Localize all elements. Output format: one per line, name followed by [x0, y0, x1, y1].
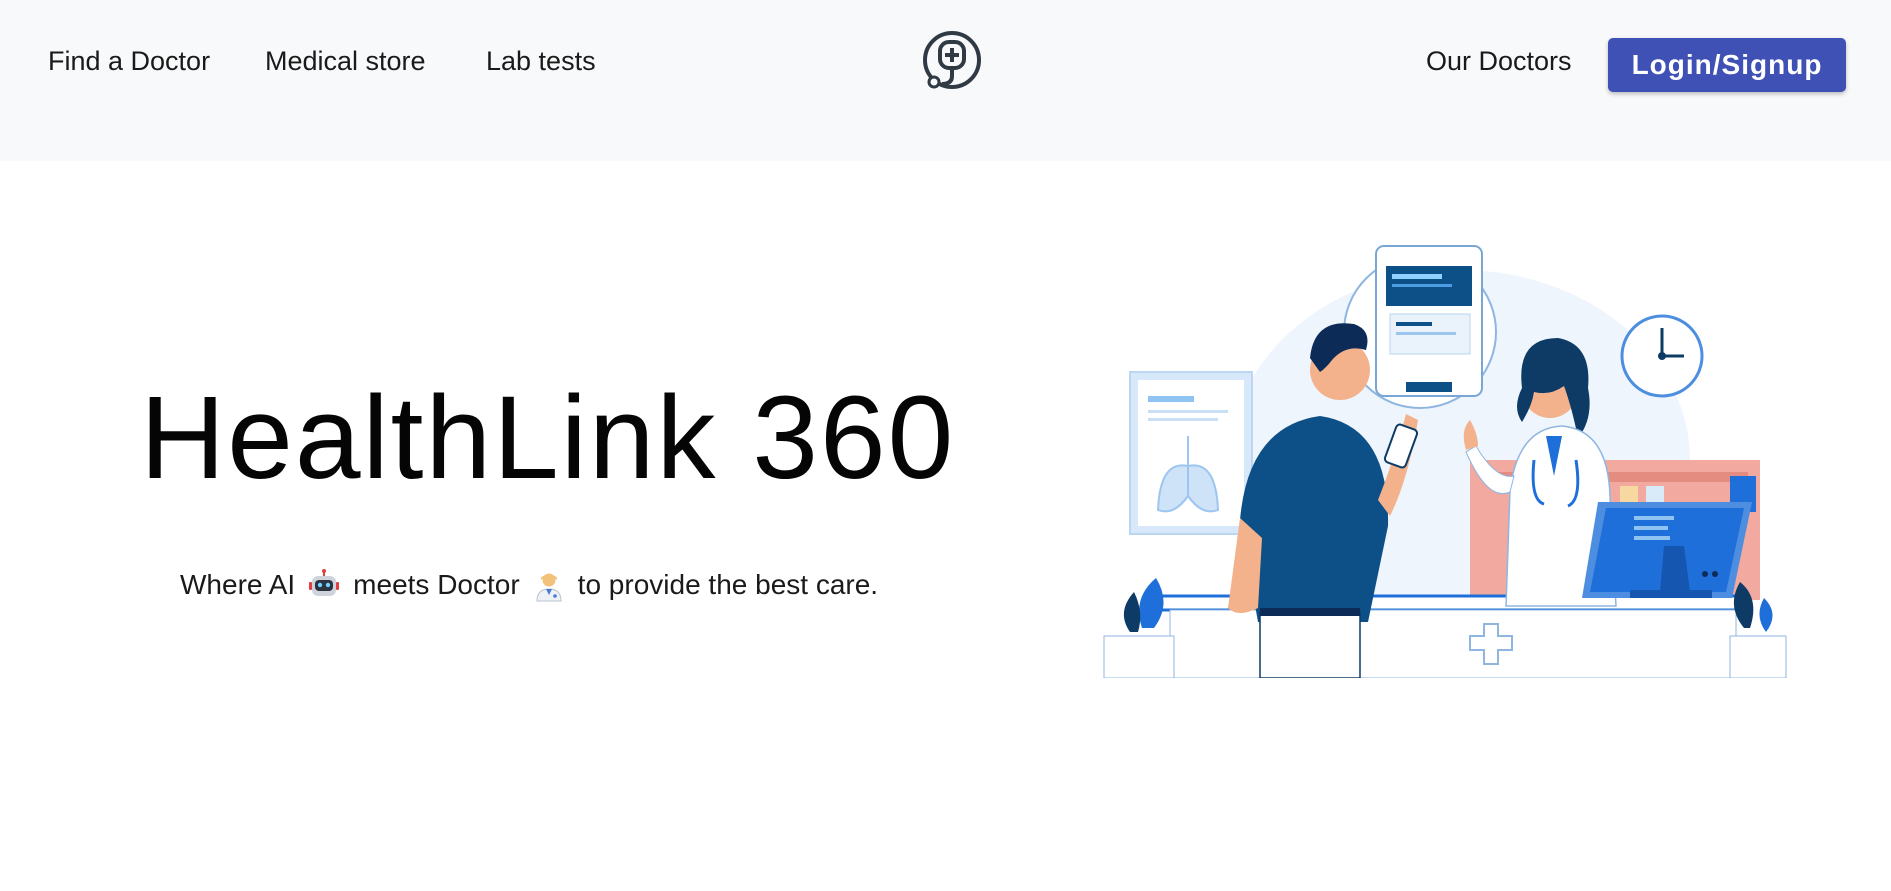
- hero-title: HealthLink 360: [140, 372, 956, 504]
- stethoscope-logo-icon[interactable]: [920, 30, 984, 94]
- nav-link-medical-store[interactable]: Medical store: [265, 46, 426, 77]
- doctor-patient-illustration: [1090, 240, 1796, 679]
- robot-emoji-icon: [307, 568, 341, 602]
- login-signup-button[interactable]: Login/Signup: [1608, 38, 1846, 92]
- subtitle-text-2: meets Doctor: [353, 569, 520, 600]
- hero-subtitle: Where AI meets Doctor to provide the bes…: [180, 568, 878, 602]
- nav-link-lab-tests[interactable]: Lab tests: [486, 46, 596, 77]
- doctor-emoji-icon: [532, 568, 566, 602]
- navbar: Find a Doctor Medical store Lab tests Ou…: [0, 0, 1891, 161]
- subtitle-text-3: to provide the best care.: [577, 569, 879, 600]
- subtitle-text-1: Where AI: [180, 569, 296, 600]
- nav-link-find-a-doctor[interactable]: Find a Doctor: [48, 46, 210, 77]
- nav-link-our-doctors[interactable]: Our Doctors: [1426, 46, 1572, 77]
